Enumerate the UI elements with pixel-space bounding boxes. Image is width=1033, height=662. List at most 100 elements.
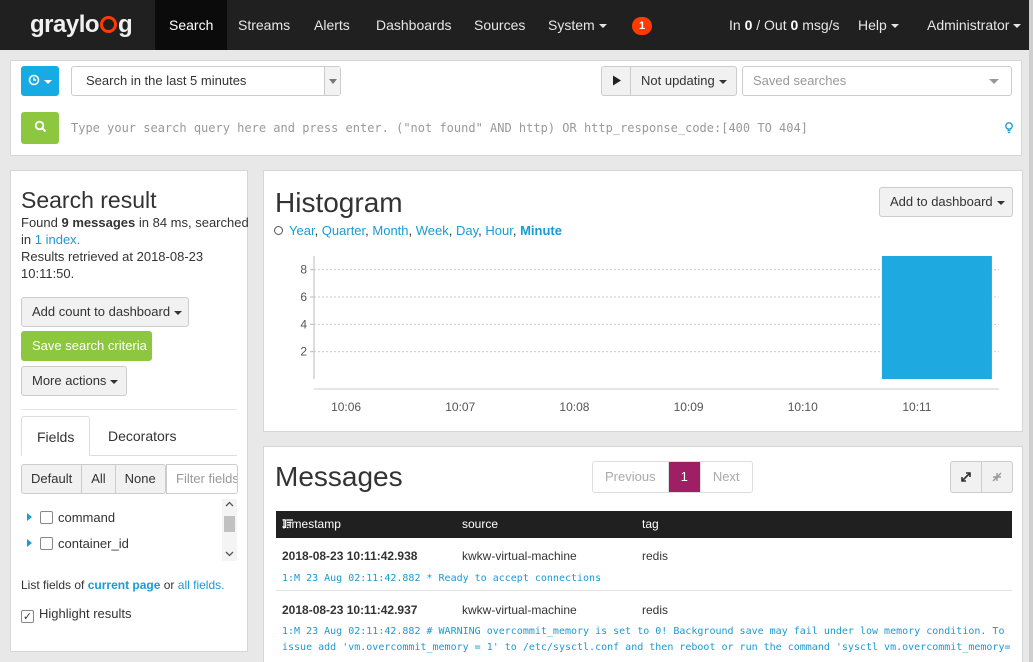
fields-tabs: Fields Decorators — [21, 416, 237, 456]
table-row[interactable]: 2018-08-23 10:11:42.938 kwkw-virtual-mac… — [276, 538, 1012, 591]
chevron-down-icon — [996, 200, 1005, 205]
resolution-hour[interactable]: Hour — [485, 223, 512, 238]
add-to-dashboard-button[interactable]: Add to dashboard — [879, 187, 1013, 217]
filter-all-button[interactable]: All — [82, 465, 116, 493]
save-search-criteria-button[interactable]: Save search criteria — [21, 331, 152, 361]
field-checkbox[interactable] — [40, 537, 53, 550]
message-timestamp[interactable]: 2018-08-23 10:11:42.938 — [282, 548, 417, 564]
column-timestamp-label: Timestamp — [282, 517, 341, 531]
messages-panel: Messages Previous 1 Next Timestamp sourc… — [263, 446, 1023, 662]
in-label: In — [729, 17, 741, 33]
resolution-minute[interactable]: Minute — [520, 223, 562, 238]
x-tick-label: 10:06 — [331, 400, 361, 414]
throughput-indicator: In 0 / Out 0 msg/s — [729, 0, 840, 50]
nav-streams[interactable]: Streams — [224, 0, 304, 50]
user-name: Administrator — [927, 17, 1010, 33]
column-tag[interactable]: tag — [642, 511, 659, 538]
throughput-unit: msg/s — [802, 17, 840, 33]
field-item-command[interactable]: command — [27, 509, 115, 527]
nav-system[interactable]: System — [534, 0, 621, 50]
message-tag[interactable]: redis — [642, 548, 668, 564]
nav-system-label: System — [548, 17, 595, 33]
play-icon — [613, 75, 621, 86]
column-timestamp[interactable]: Timestamp — [282, 511, 341, 538]
caret-right-icon[interactable] — [27, 539, 32, 547]
expand-all-button[interactable] — [950, 461, 982, 493]
clock-icon — [28, 74, 40, 86]
nav-help[interactable]: Help — [844, 0, 913, 50]
search-query-input[interactable]: Type your search query here and press en… — [71, 113, 1011, 143]
message-timestamp[interactable]: 2018-08-23 10:11:42.937 — [282, 602, 417, 618]
chevron-down-icon — [174, 310, 183, 315]
field-filter-buttons: Default All None — [21, 464, 166, 494]
separator: , — [512, 223, 521, 238]
y-tick-label: 6 — [300, 290, 307, 304]
message-source[interactable]: kwkw-virtual-machine — [462, 602, 577, 618]
resolution-day[interactable]: Day — [456, 223, 478, 238]
search-button[interactable] — [21, 112, 59, 144]
highlight-checkbox[interactable] — [21, 610, 34, 623]
time-range-select[interactable]: Search in the last 5 minutes — [71, 66, 341, 96]
retrieved-line2: 10:11:50. — [21, 266, 75, 281]
lightbulb-icon[interactable] — [1005, 122, 1013, 135]
field-checkbox[interactable] — [40, 511, 53, 524]
filter-none-button[interactable]: None — [116, 465, 165, 493]
found-summary: Found 9 messages in 84 ms, searched — [21, 214, 249, 231]
message-tag[interactable]: redis — [642, 602, 668, 618]
previous-page-button[interactable]: Previous — [593, 462, 669, 492]
filter-default-button[interactable]: Default — [22, 465, 83, 493]
add-count-to-dashboard-button[interactable]: Add count to dashboard — [21, 297, 189, 327]
nav-user-menu[interactable]: Administrator — [913, 0, 1033, 50]
message-text[interactable]: 1:M 23 Aug 02:11:42.882 # WARNING overco… — [282, 624, 1010, 640]
tab-fields[interactable]: Fields — [21, 416, 90, 456]
refresh-interval-dropdown[interactable]: Not updating — [630, 66, 737, 96]
nav-sources[interactable]: Sources — [460, 0, 539, 50]
chevron-down-icon[interactable] — [225, 551, 234, 557]
all-fields-link[interactable]: all fields. — [178, 578, 225, 592]
field-item-container-id[interactable]: container_id — [27, 535, 129, 553]
x-tick-label: 10:09 — [674, 400, 704, 414]
resolution-week[interactable]: Week — [416, 223, 449, 238]
highlight-results-toggle[interactable]: Highlight results — [21, 605, 132, 623]
nav-dashboards[interactable]: Dashboards — [362, 0, 466, 50]
notification-badge[interactable]: 1 — [632, 17, 652, 35]
message-text-continued[interactable]: issue add 'vm.overcommit_memory = 1' to … — [282, 640, 1010, 656]
x-tick-label: 10:08 — [559, 400, 589, 414]
nav-alerts[interactable]: Alerts — [300, 0, 364, 50]
search-icon — [34, 120, 46, 133]
tab-decorators[interactable]: Decorators — [93, 416, 191, 456]
chevron-down-icon — [44, 79, 52, 84]
histogram-title: Histogram — [275, 187, 403, 218]
message-text[interactable]: 1:M 23 Aug 02:11:42.882 * Ready to accep… — [282, 571, 1010, 587]
separator: , — [314, 223, 322, 238]
found-count: 9 messages — [61, 215, 136, 230]
nav-search[interactable]: Search — [155, 0, 228, 50]
fields-scrollbar[interactable] — [222, 499, 237, 561]
collapse-all-button[interactable] — [981, 461, 1013, 493]
page-1-button[interactable]: 1 — [668, 462, 701, 492]
filter-fields-input[interactable]: Filter fields — [166, 464, 238, 494]
resolution-quarter[interactable]: Quarter — [322, 223, 365, 238]
column-source[interactable]: source — [462, 511, 498, 538]
more-actions-button[interactable]: More actions — [21, 366, 127, 396]
next-page-button[interactable]: Next — [701, 462, 752, 492]
resolution-year[interactable]: Year — [289, 223, 315, 238]
table-row[interactable]: 2018-08-23 10:11:42.937 kwkw-virtual-mac… — [276, 592, 1012, 662]
graylog-logo[interactable]: graylo g — [30, 13, 133, 37]
saved-searches-select[interactable]: Saved searches — [742, 66, 1012, 96]
found-prefix: Found — [21, 215, 58, 230]
add-to-dashboard-label: Add to dashboard — [890, 194, 993, 209]
scroll-thumb[interactable] — [224, 516, 235, 532]
play-button[interactable] — [601, 66, 633, 96]
current-page-link[interactable]: current page — [88, 578, 161, 592]
resolution-month[interactable]: Month — [372, 223, 408, 238]
page-scrollbar[interactable] — [1029, 0, 1033, 662]
index-link[interactable]: 1 index. — [35, 232, 81, 247]
chevron-down-icon — [989, 79, 999, 84]
in-value: 0 — [744, 17, 753, 33]
chevron-up-icon[interactable] — [225, 501, 234, 507]
caret-right-icon[interactable] — [27, 513, 32, 521]
resolution-selector: Year, Quarter, Month, Week, Day, Hour, M… — [274, 223, 562, 238]
message-source[interactable]: kwkw-virtual-machine — [462, 548, 577, 564]
time-range-type-button[interactable] — [21, 66, 59, 96]
